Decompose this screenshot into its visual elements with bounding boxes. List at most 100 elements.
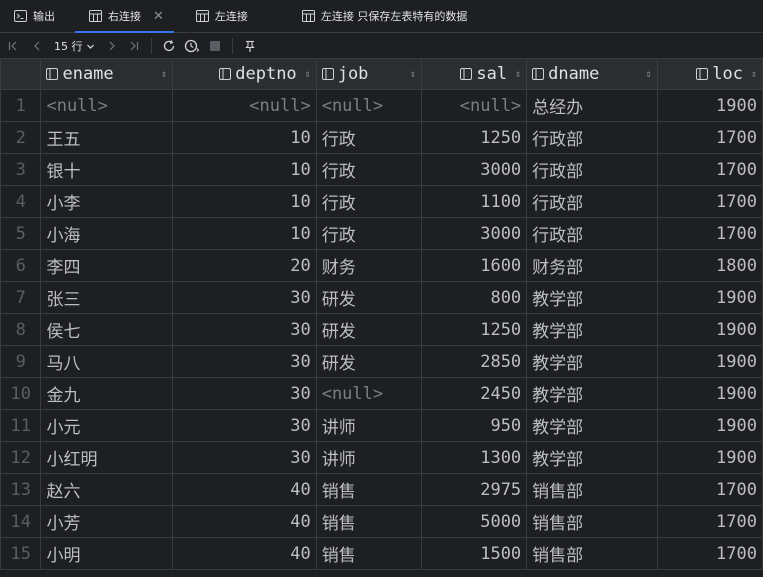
cell-loc[interactable]: 1900 bbox=[656, 441, 763, 474]
column-header-deptno[interactable]: deptno ⇕ bbox=[172, 58, 317, 90]
row-number[interactable]: 13 bbox=[0, 473, 42, 506]
column-header-loc[interactable]: loc ⇕ bbox=[656, 58, 763, 90]
cell-sal[interactable]: 3000 bbox=[420, 153, 528, 186]
last-page-icon[interactable] bbox=[123, 36, 145, 56]
cell-sal[interactable]: 1300 bbox=[420, 441, 528, 474]
cell-loc[interactable]: 1700 bbox=[656, 185, 763, 218]
cell-loc[interactable]: 1700 bbox=[656, 153, 763, 186]
tab-right-join[interactable]: 右连接 ✕ bbox=[75, 0, 174, 33]
cell-dname[interactable]: 教学部 bbox=[526, 441, 658, 474]
sort-icon[interactable]: ⇕ bbox=[305, 69, 311, 80]
table-row[interactable]: 15 小明 40 销售 1500 销售部 1700 bbox=[0, 537, 763, 570]
cell-ename[interactable]: 银十 bbox=[40, 153, 174, 186]
cell-loc[interactable]: 1700 bbox=[656, 537, 763, 570]
cell-ename[interactable]: 赵六 bbox=[40, 473, 174, 506]
tab-output[interactable]: 输出 bbox=[0, 0, 65, 32]
table-row[interactable]: 13 赵六 40 销售 2975 销售部 1700 bbox=[0, 473, 763, 506]
cell-ename[interactable]: 李四 bbox=[40, 249, 174, 282]
row-number[interactable]: 8 bbox=[0, 313, 42, 346]
row-number[interactable]: 2 bbox=[0, 121, 42, 154]
cell-job[interactable]: 销售 bbox=[315, 473, 422, 506]
cell-job[interactable]: 行政 bbox=[315, 121, 422, 154]
cell-deptno[interactable]: 40 bbox=[172, 505, 317, 538]
row-number[interactable]: 11 bbox=[0, 409, 42, 442]
cell-dname[interactable]: 行政部 bbox=[526, 121, 658, 154]
row-number[interactable]: 12 bbox=[0, 441, 42, 474]
first-page-icon[interactable] bbox=[0, 36, 26, 56]
cell-dname[interactable]: 行政部 bbox=[526, 185, 658, 218]
cell-loc[interactable]: 1900 bbox=[656, 377, 763, 410]
cell-deptno[interactable]: 30 bbox=[172, 441, 317, 474]
cell-sal[interactable]: 1100 bbox=[420, 185, 528, 218]
cell-dname[interactable]: 教学部 bbox=[526, 345, 658, 378]
cell-dname[interactable]: 行政部 bbox=[526, 153, 658, 186]
cell-deptno[interactable]: 40 bbox=[172, 537, 317, 570]
cell-ename[interactable]: 小明 bbox=[40, 537, 174, 570]
cell-sal[interactable]: 2850 bbox=[420, 345, 528, 378]
cell-job[interactable]: <null> bbox=[315, 89, 422, 122]
refresh-icon[interactable] bbox=[158, 36, 180, 56]
cell-deptno[interactable]: 20 bbox=[172, 249, 317, 282]
cell-ename[interactable]: 王五 bbox=[40, 121, 174, 154]
cell-deptno[interactable]: 10 bbox=[172, 217, 317, 250]
table-row[interactable]: 4 小李 10 行政 1100 行政部 1700 bbox=[0, 185, 763, 218]
cell-deptno[interactable]: <null> bbox=[172, 89, 317, 122]
cell-loc[interactable]: 1900 bbox=[656, 409, 763, 442]
history-clock-icon[interactable] bbox=[180, 36, 204, 56]
cell-dname[interactable]: 教学部 bbox=[526, 377, 658, 410]
cell-deptno[interactable]: 30 bbox=[172, 409, 317, 442]
row-number[interactable]: 10 bbox=[0, 377, 42, 410]
prev-page-icon[interactable] bbox=[26, 36, 48, 56]
column-header-ename[interactable]: ename ⇕ bbox=[40, 58, 174, 90]
cell-deptno[interactable]: 30 bbox=[172, 313, 317, 346]
table-row[interactable]: 2 王五 10 行政 1250 行政部 1700 bbox=[0, 121, 763, 154]
cell-deptno[interactable]: 30 bbox=[172, 345, 317, 378]
cell-sal[interactable]: 800 bbox=[420, 281, 528, 314]
cell-loc[interactable]: 1700 bbox=[656, 473, 763, 506]
cell-sal[interactable]: <null> bbox=[420, 89, 528, 122]
cell-sal[interactable]: 1250 bbox=[420, 313, 528, 346]
cell-deptno[interactable]: 10 bbox=[172, 185, 317, 218]
cell-sal[interactable]: 1500 bbox=[420, 537, 528, 570]
cell-loc[interactable]: 1900 bbox=[656, 345, 763, 378]
table-row[interactable]: 12 小红明 30 讲师 1300 教学部 1900 bbox=[0, 441, 763, 474]
cell-job[interactable]: 行政 bbox=[315, 185, 422, 218]
column-header-dname[interactable]: dname ⇕ bbox=[526, 58, 658, 90]
cell-ename[interactable]: 小海 bbox=[40, 217, 174, 250]
cell-job[interactable]: 财务 bbox=[315, 249, 422, 282]
row-number[interactable]: 1 bbox=[0, 89, 42, 122]
cell-job[interactable]: 研发 bbox=[315, 281, 422, 314]
cell-loc[interactable]: 1700 bbox=[656, 217, 763, 250]
table-row[interactable]: 1 <null> <null> <null> <null> 总经办 1900 bbox=[0, 89, 763, 122]
cell-deptno[interactable]: 10 bbox=[172, 121, 317, 154]
row-number[interactable]: 3 bbox=[0, 153, 42, 186]
cell-deptno[interactable]: 30 bbox=[172, 281, 317, 314]
cell-sal[interactable]: 1250 bbox=[420, 121, 528, 154]
row-number[interactable]: 4 bbox=[0, 185, 42, 218]
cell-dname[interactable]: 教学部 bbox=[526, 409, 658, 442]
cell-sal[interactable]: 1600 bbox=[420, 249, 528, 282]
cell-ename[interactable]: 小元 bbox=[40, 409, 174, 442]
result-grid[interactable]: ename ⇕ deptno ⇕ job ⇕ sal ⇕ dname ⇕ loc… bbox=[0, 58, 763, 570]
cell-job[interactable]: 讲师 bbox=[315, 409, 422, 442]
table-row[interactable]: 6 李四 20 财务 1600 财务部 1800 bbox=[0, 249, 763, 282]
table-row[interactable]: 3 银十 10 行政 3000 行政部 1700 bbox=[0, 153, 763, 186]
table-row[interactable]: 5 小海 10 行政 3000 行政部 1700 bbox=[0, 217, 763, 250]
cell-loc[interactable]: 1700 bbox=[656, 121, 763, 154]
table-row[interactable]: 8 侯七 30 研发 1250 教学部 1900 bbox=[0, 313, 763, 346]
next-page-icon[interactable] bbox=[101, 36, 123, 56]
cell-ename[interactable]: 张三 bbox=[40, 281, 174, 314]
row-number[interactable]: 15 bbox=[0, 537, 42, 570]
cell-job[interactable]: 研发 bbox=[315, 313, 422, 346]
cell-sal[interactable]: 5000 bbox=[420, 505, 528, 538]
sort-icon[interactable]: ⇕ bbox=[751, 69, 757, 80]
cell-ename[interactable]: 马八 bbox=[40, 345, 174, 378]
cell-ename[interactable]: 侯七 bbox=[40, 313, 174, 346]
sort-icon[interactable]: ⇕ bbox=[161, 69, 167, 80]
cell-ename[interactable]: 小李 bbox=[40, 185, 174, 218]
cell-dname[interactable]: 销售部 bbox=[526, 473, 658, 506]
column-header-sal[interactable]: sal ⇕ bbox=[420, 58, 528, 90]
row-number[interactable]: 7 bbox=[0, 281, 42, 314]
cell-ename[interactable]: <null> bbox=[40, 89, 174, 122]
cell-dname[interactable]: 行政部 bbox=[526, 217, 658, 250]
